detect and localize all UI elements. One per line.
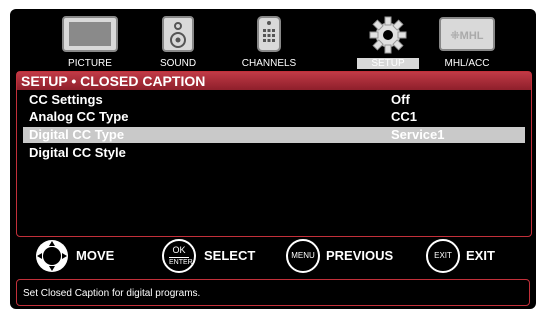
menu-item-label: CC Settings [29, 92, 103, 107]
panel-title: SETUP • CLOSED CAPTION [17, 72, 531, 90]
menu-item-digital-cc-style[interactable]: Digital CC Style [23, 145, 525, 161]
menu-item-value: CC1 [391, 109, 418, 124]
menu-item-label: Analog CC Type [29, 109, 129, 124]
closed-caption-panel: SETUP • CLOSED CAPTION CC Settings Off A… [16, 71, 532, 237]
status-bar: Set Closed Caption for digital programs. [16, 279, 530, 306]
dpad-icon [36, 240, 68, 272]
menu-item-cc-settings[interactable]: CC Settings Off [23, 92, 525, 108]
svg-text:⁜MHL: ⁜MHL [450, 30, 483, 42]
exit-key-icon: EXIT [426, 239, 460, 273]
button-hints-bar: MOVE OK ENTER SELECT MENU PREVIOUS EXIT … [10, 235, 536, 275]
tab-label: MHL/ACC [444, 58, 490, 69]
tab-label: PICTURE [68, 58, 112, 69]
tab-picture[interactable]: PICTURE [45, 15, 135, 71]
top-menu-bar: PICTURE SOUND CHANNELS SETUP ⁜MHL MHL/AC… [10, 9, 536, 71]
tab-channels[interactable]: CHANNELS [224, 15, 314, 71]
tab-mhl-acc[interactable]: ⁜MHL MHL/ACC [422, 15, 512, 71]
tab-sound[interactable]: SOUND [133, 15, 223, 71]
menu-item-value: Service1 [391, 127, 445, 142]
key-bottom-label: ENTER [169, 257, 193, 266]
speaker-icon [162, 16, 194, 52]
tab-label: CHANNELS [241, 58, 297, 69]
menu-item-label: Digital CC Type [29, 127, 125, 142]
menu-item-label: Digital CC Style [29, 145, 126, 160]
tab-setup[interactable]: SETUP [343, 15, 433, 71]
tab-label: SETUP [357, 58, 419, 69]
hint-label: EXIT [466, 248, 495, 263]
gear-icon [369, 16, 407, 54]
menu-item-analog-cc-type[interactable]: Analog CC Type CC1 [23, 109, 525, 125]
tab-label: SOUND [159, 58, 197, 69]
menu-key-icon: MENU [286, 239, 320, 273]
hint-label: PREVIOUS [326, 248, 394, 263]
tv-menu-screen: PICTURE SOUND CHANNELS SETUP ⁜MHL MHL/AC… [10, 9, 536, 309]
remote-icon [257, 16, 281, 52]
hint-label: SELECT [204, 248, 256, 263]
monitor-icon [62, 16, 118, 52]
hint-label: MOVE [76, 248, 115, 263]
key-top-label: OK [172, 245, 186, 255]
menu-item-digital-cc-type[interactable]: Digital CC Type Service1 [23, 127, 525, 143]
mhl-logo-icon: ⁜MHL [439, 17, 495, 51]
ok-enter-key-icon: OK ENTER [162, 239, 196, 273]
menu-item-value: Off [391, 92, 410, 107]
